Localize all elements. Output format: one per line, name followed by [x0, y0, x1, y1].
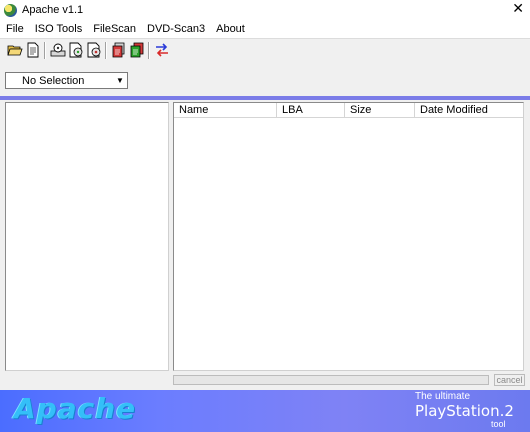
- banner-suffix: tool: [491, 419, 506, 429]
- open-button[interactable]: [6, 41, 24, 59]
- column-header-lba[interactable]: LBA: [277, 103, 345, 118]
- disc-search-button[interactable]: [49, 41, 67, 59]
- green-document-icon: [130, 42, 144, 58]
- selection-dropdown[interactable]: No Selection ▼: [5, 72, 128, 89]
- chevron-down-icon[interactable]: ▼: [113, 73, 127, 88]
- toolbar: [0, 38, 530, 62]
- column-header-date-modified[interactable]: Date Modified: [415, 103, 523, 118]
- banner-product: PlayStation.2: [415, 402, 514, 420]
- menu-bar: File ISO Tools FileScan DVD-Scan3 About: [0, 20, 530, 38]
- menu-dvd-scan3[interactable]: DVD-Scan3: [141, 23, 210, 35]
- swap-button[interactable]: [153, 41, 171, 59]
- disc-scan-icon: [87, 42, 101, 58]
- red-document-icon: [112, 42, 125, 58]
- menu-filescan[interactable]: FileScan: [87, 23, 141, 35]
- column-header-size[interactable]: Size: [345, 103, 415, 118]
- toolbar-separator: [148, 42, 150, 59]
- footer-banner: Apache The ultimate PlayStation.2 tool: [0, 390, 530, 432]
- disc-file-button[interactable]: [67, 41, 85, 59]
- menu-file[interactable]: File: [0, 23, 29, 35]
- toolbar-separator: [105, 42, 107, 59]
- cancel-button[interactable]: cancel: [494, 374, 525, 386]
- disc-search-icon: [50, 43, 66, 57]
- file-list-pane[interactable]: Name LBA Size Date Modified: [173, 102, 524, 371]
- column-header-name[interactable]: Name: [174, 103, 277, 118]
- folder-tree-pane[interactable]: [5, 102, 169, 371]
- disc-file-icon: [69, 42, 83, 58]
- new-button[interactable]: [24, 41, 42, 59]
- selection-value: No Selection: [22, 74, 85, 87]
- accent-divider: [0, 96, 530, 100]
- disc-scan-button[interactable]: [85, 41, 103, 59]
- open-folder-icon: [7, 45, 23, 56]
- apache-logo: Apache: [14, 392, 137, 425]
- swap-arrows-icon: [156, 43, 168, 57]
- menu-iso-tools[interactable]: ISO Tools: [29, 23, 88, 35]
- close-button[interactable]: ✕: [512, 2, 524, 16]
- title-bar: Apache v1.1 ✕: [0, 0, 530, 20]
- red-document-button[interactable]: [110, 41, 128, 59]
- app-icon: [4, 3, 17, 17]
- file-list-header: Name LBA Size Date Modified: [174, 103, 523, 118]
- toolbar-separator: [44, 42, 46, 59]
- window-title: Apache v1.1: [22, 4, 84, 16]
- banner-tagline: The ultimate: [415, 391, 471, 402]
- progress-bar: [173, 375, 489, 385]
- menu-about[interactable]: About: [210, 23, 250, 35]
- green-document-button[interactable]: [128, 41, 146, 59]
- document-icon: [27, 42, 39, 58]
